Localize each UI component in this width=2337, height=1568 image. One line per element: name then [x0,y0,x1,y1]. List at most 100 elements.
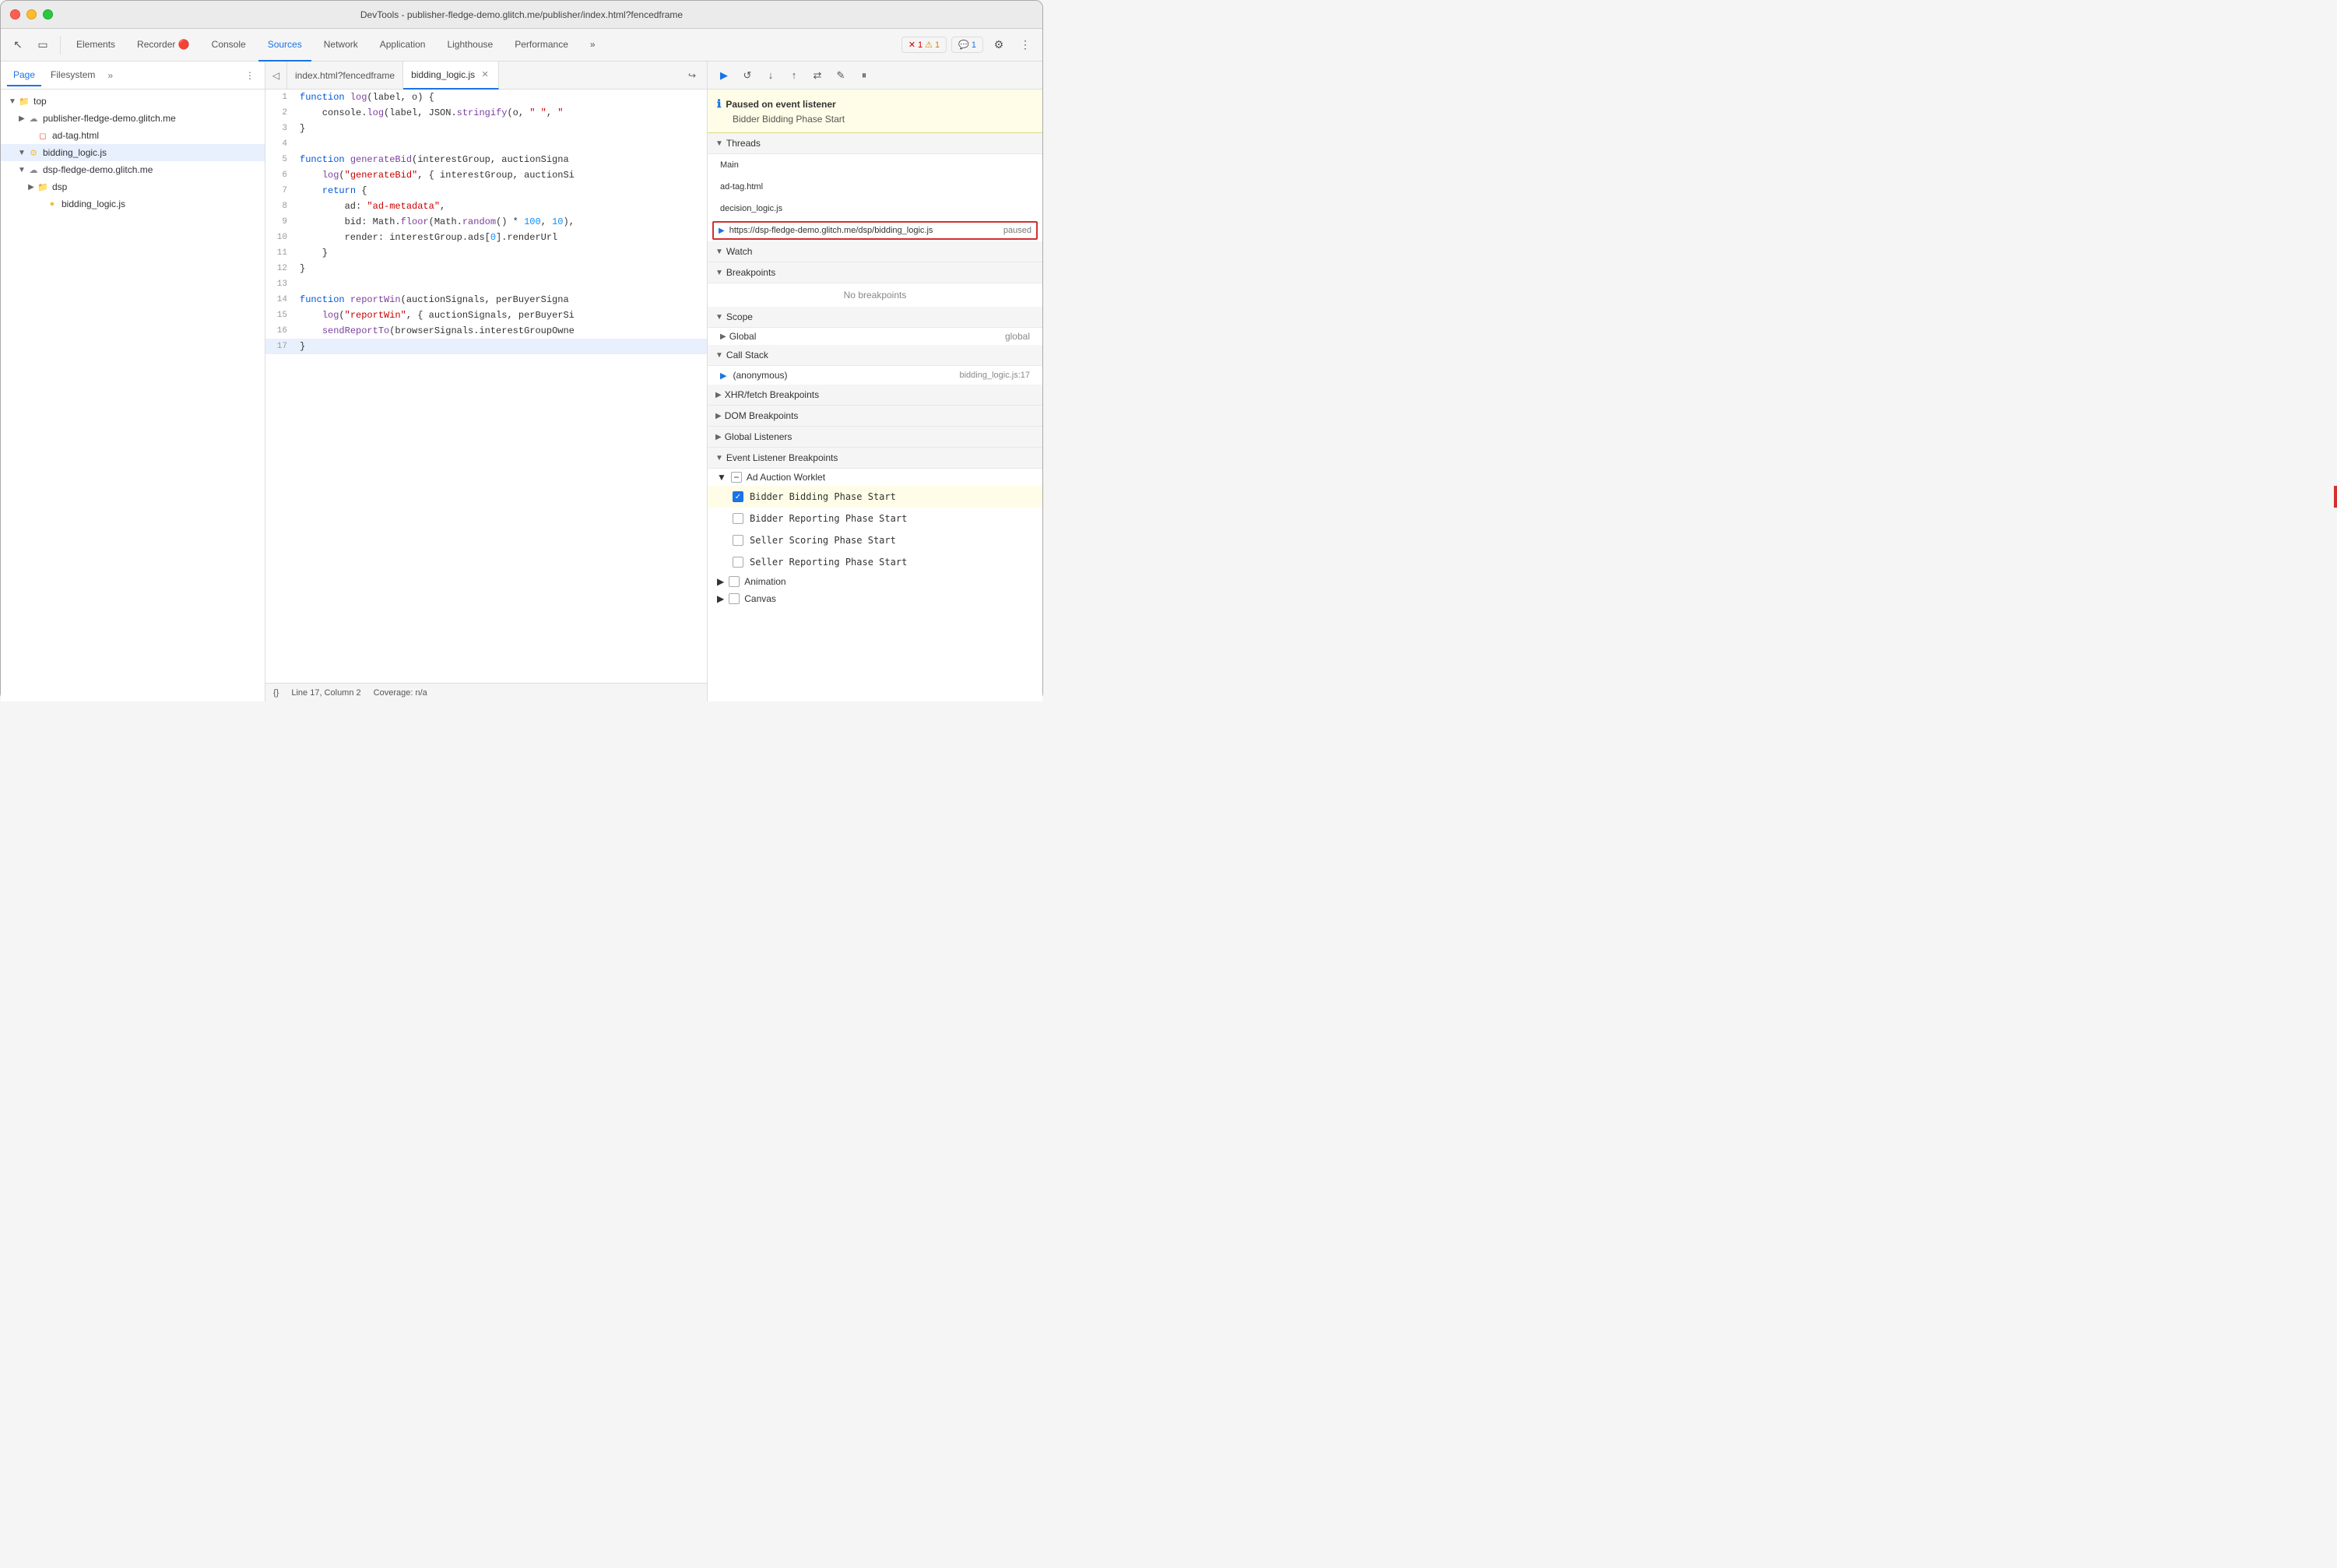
titlebar: DevTools - publisher-fledge-demo.glitch.… [1,1,1042,29]
minimize-button[interactable] [26,9,37,19]
step-out-button[interactable]: ↑ [784,65,804,86]
fp-tab-more[interactable]: » [104,67,116,84]
thread-active-item[interactable]: ▶ https://dsp-fledge-demo.glitch.me/dsp/… [712,221,1038,240]
warning-count: 1 [935,40,940,50]
cursor-tool-button[interactable]: ↖ [7,34,29,56]
watch-section-header[interactable]: ▼ Watch [708,241,1042,262]
breakpoints-label: Breakpoints [726,267,775,278]
ad-auction-checkbox[interactable]: − [731,472,742,483]
bp-item-seller-reporting[interactable]: Seller Reporting Phase Start [708,551,1042,573]
xhr-section-header[interactable]: ▶ XHR/fetch Breakpoints [708,385,1042,406]
dom-arrow: ▶ [715,412,722,420]
tree-item-bidding-logic[interactable]: ▼ ⚙ bidding_logic.js [1,144,265,161]
tab-elements[interactable]: Elements [67,29,125,62]
bp-item-bidder-reporting[interactable]: Bidder Reporting Phase Start [708,508,1042,529]
deactivate-button[interactable]: ✎ [831,65,851,86]
bp-item-bidder-bidding[interactable]: ✓ Bidder Bidding Phase Start [708,486,1042,508]
global-listeners-section-header[interactable]: ▶ Global Listeners [708,427,1042,448]
scope-global-row[interactable]: ▶ Global global [708,328,1042,345]
dom-section-header[interactable]: ▶ DOM Breakpoints [708,406,1042,427]
message-badge[interactable]: 💬 1 [951,37,983,53]
thread-main[interactable]: Main [708,154,1042,176]
tree-item-dsp-domain[interactable]: ▼ ☁ dsp-fledge-demo.glitch.me [1,161,265,178]
warning-icon: ⚠ [925,40,933,50]
code-line-6: 6 log("generateBid", { interestGroup, au… [265,167,707,183]
tab-console[interactable]: Console [202,29,255,62]
animation-group-header[interactable]: ▶ Animation [708,573,1042,590]
close-button[interactable] [10,9,20,19]
code-line-12: 12 } [265,261,707,276]
tab-lighthouse[interactable]: Lighthouse [438,29,502,62]
callstack-section-header[interactable]: ▼ Call Stack [708,345,1042,366]
fp-actions: ⋮ [241,67,258,84]
tree-item-dsp-folder[interactable]: ▶ 📁 dsp [1,178,265,195]
code-statusbar: {} Line 17, Column 2 Coverage: n/a [265,683,707,701]
formatter-icon[interactable]: {} [273,688,279,698]
thread-active-label: https://dsp-fledge-demo.glitch.me/dsp/bi… [729,226,999,235]
tab-performance[interactable]: Performance [505,29,578,62]
tab-recorder[interactable]: Recorder 🔴 [128,29,199,62]
ad-auction-group-header[interactable]: ▼ − Ad Auction Worklet [708,469,1042,486]
event-listener-section-header[interactable]: ▼ Event Listener Breakpoints [708,448,1042,469]
tab-network[interactable]: Network [315,29,367,62]
step-button[interactable]: ⇄ [807,65,828,86]
animation-label: Animation [744,576,785,587]
tree-label-ad-tag: ad-tag.html [52,130,99,141]
tab-application[interactable]: Application [371,29,435,62]
code-tab-close-bidding[interactable]: ✕ [480,69,490,80]
code-area[interactable]: 1 function log(label, o) { 2 console.log… [265,90,707,683]
error-count: 1 [918,40,922,50]
bp-checkbox-bidder-reporting[interactable] [733,513,743,524]
fullscreen-button[interactable] [43,9,53,19]
breakpoints-section-header[interactable]: ▼ Breakpoints [708,262,1042,283]
scope-global-value: global [1005,331,1030,342]
thread-decision-logic[interactable]: decision_logic.js [708,198,1042,220]
tree-item-publisher[interactable]: ▶ ☁ publisher-fledge-demo.glitch.me [1,110,265,127]
scope-section-header[interactable]: ▼ Scope [708,307,1042,328]
thread-list: Main ad-tag.html decision_logic.js ▶ htt… [708,154,1042,241]
arrow-bidding-logic: ▼ [16,147,27,158]
threads-section-header[interactable]: ▼ Threads [708,133,1042,154]
bp-item-seller-scoring[interactable]: Seller Scoring Phase Start [708,529,1042,551]
code-tab-index[interactable]: index.html?fencedframe [287,62,403,90]
resume-button[interactable]: ▶ [714,65,734,86]
pause-title: ℹ Paused on event listener [717,97,1033,111]
bp-checkbox-seller-scoring[interactable] [733,535,743,546]
step-into-button[interactable]: ↓ [761,65,781,86]
pause-exceptions-button[interactable]: ⏸ [854,65,874,86]
device-mode-button[interactable]: ▭ [32,34,54,56]
tree-item-top[interactable]: ▼ 📁 top [1,93,265,110]
dom-label: DOM Breakpoints [725,410,799,421]
more-options-button[interactable]: ⋮ [1014,34,1036,56]
callstack-item-anon[interactable]: ▶ (anonymous) bidding_logic.js:17 [708,366,1042,385]
thread-ad-tag[interactable]: ad-tag.html [708,176,1042,198]
tree-item-dsp-bidding[interactable]: ● bidding_logic.js [1,195,265,213]
canvas-group-header[interactable]: ▶ Canvas [708,590,1042,607]
thread-main-label: Main [720,160,1030,170]
tab-more[interactable]: » [581,29,605,62]
pause-title-text: Paused on event listener [726,99,835,110]
code-tab-nav-back[interactable]: ◁ [265,62,287,90]
code-line-15: 15 log("reportWin", { auctionSignals, pe… [265,308,707,323]
settings-button[interactable]: ⚙ [988,34,1010,56]
code-new-source-button[interactable]: ↪ [684,67,701,84]
code-tab-label-index: index.html?fencedframe [295,70,395,81]
tree-item-ad-tag[interactable]: ◻ ad-tag.html [1,127,265,144]
code-line-13: 13 [265,276,707,292]
animation-checkbox[interactable] [729,576,740,587]
callstack-icon: ▶ [720,371,726,381]
tab-sources[interactable]: Sources [258,29,311,62]
canvas-checkbox[interactable] [729,593,740,604]
code-tab-bidding[interactable]: bidding_logic.js ✕ [403,62,499,90]
fp-more-button[interactable]: ⋮ [241,67,258,84]
window-title: DevTools - publisher-fledge-demo.glitch.… [360,9,683,20]
bp-checkbox-bidder-bidding[interactable]: ✓ [733,491,743,502]
event-listener-label: Event Listener Breakpoints [726,452,838,463]
code-line-9: 9 bid: Math.floor(Math.random() * 100, 1… [265,214,707,230]
fp-tab-page[interactable]: Page [7,65,41,86]
bp-checkbox-seller-reporting[interactable] [733,557,743,568]
file-panel: Page Filesystem » ⋮ ▼ 📁 top ▶ ☁ publishe… [1,62,265,701]
step-over-button[interactable]: ↺ [737,65,757,86]
error-badge[interactable]: ✕ 1 ⚠ 1 [901,37,947,53]
fp-tab-filesystem[interactable]: Filesystem [44,65,101,86]
